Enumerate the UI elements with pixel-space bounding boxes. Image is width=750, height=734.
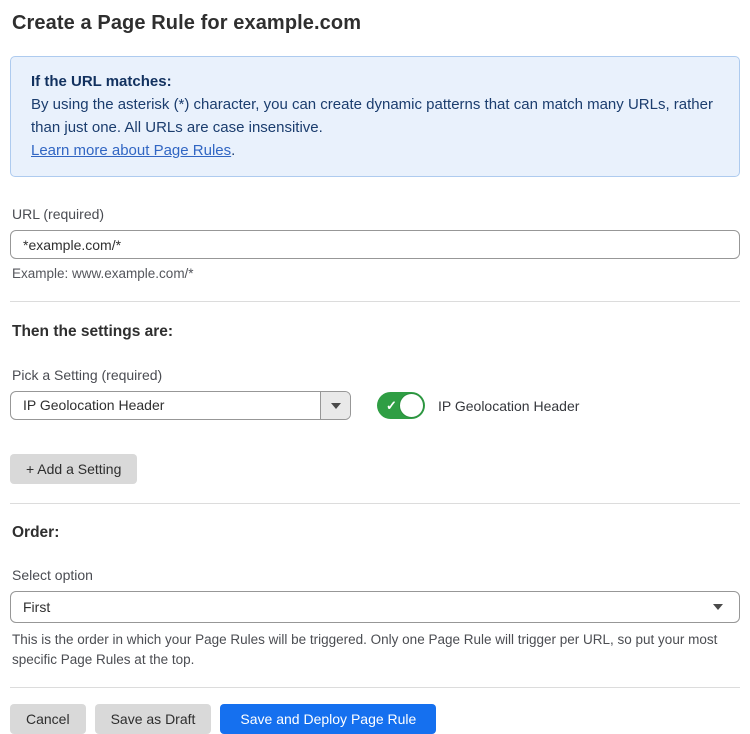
setting-select-arrow-button[interactable] bbox=[320, 392, 350, 419]
info-box-heading: If the URL matches: bbox=[31, 70, 719, 93]
url-input[interactable] bbox=[10, 230, 740, 259]
learn-more-page-rules-link[interactable]: Learn more about Page Rules bbox=[31, 142, 231, 159]
link-period: . bbox=[231, 142, 235, 159]
save-as-draft-button[interactable]: Save as Draft bbox=[95, 704, 212, 734]
order-select-value: First bbox=[11, 599, 50, 615]
section-divider bbox=[10, 301, 740, 302]
footer-buttons: Cancel Save as Draft Save and Deploy Pag… bbox=[10, 704, 740, 734]
save-and-deploy-button[interactable]: Save and Deploy Page Rule bbox=[220, 704, 436, 734]
setting-row: IP Geolocation Header ✓ IP Geolocation H… bbox=[10, 391, 740, 420]
add-setting-button[interactable]: + Add a Setting bbox=[10, 454, 137, 484]
settings-section-heading: Then the settings are: bbox=[10, 323, 740, 341]
cancel-button[interactable]: Cancel bbox=[10, 704, 86, 734]
check-icon: ✓ bbox=[386, 399, 397, 412]
url-example-helper: Example: www.example.com/* bbox=[10, 266, 740, 281]
url-field-label: URL (required) bbox=[10, 206, 740, 222]
setting-select-value: IP Geolocation Header bbox=[11, 392, 320, 419]
order-select-label: Select option bbox=[10, 567, 740, 583]
info-box-link-line: Learn more about Page Rules. bbox=[31, 139, 719, 162]
url-match-info-box: If the URL matches: By using the asteris… bbox=[10, 56, 740, 177]
ip-geolocation-toggle[interactable]: ✓ bbox=[377, 392, 425, 419]
toggle-label: IP Geolocation Header bbox=[438, 398, 579, 414]
setting-select[interactable]: IP Geolocation Header bbox=[10, 391, 351, 420]
caret-down-icon bbox=[331, 403, 341, 409]
page-title: Create a Page Rule for example.com bbox=[10, 12, 740, 35]
caret-down-icon bbox=[713, 604, 723, 610]
create-page-rule-form: Create a Page Rule for example.com If th… bbox=[0, 0, 750, 734]
pick-setting-label: Pick a Setting (required) bbox=[10, 367, 740, 383]
toggle-knob bbox=[399, 393, 424, 418]
info-box-body: By using the asterisk (*) character, you… bbox=[31, 93, 719, 139]
order-select[interactable]: First bbox=[10, 591, 740, 623]
order-helper-text: This is the order in which your Page Rul… bbox=[10, 630, 730, 670]
order-section-heading: Order: bbox=[10, 524, 740, 542]
section-divider bbox=[10, 503, 740, 504]
footer-divider bbox=[10, 687, 740, 688]
